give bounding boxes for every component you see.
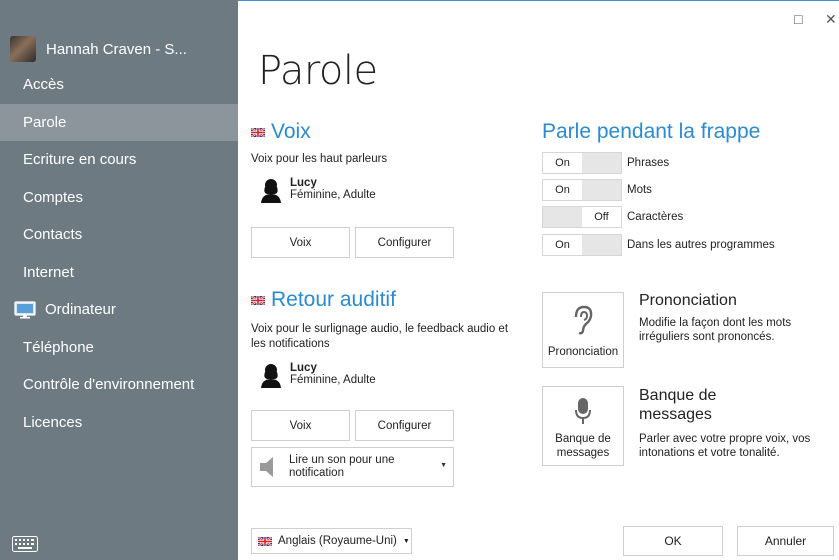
pronunciation-tile[interactable]: Prononciation bbox=[542, 292, 624, 368]
sidebar-item-telephone[interactable]: Téléphone bbox=[0, 329, 238, 367]
sidebar-item-label: Licences bbox=[23, 413, 83, 431]
sidebar-item-label: Contrôle d'environnement bbox=[23, 376, 195, 393]
sidebar-item-comptes[interactable]: Comptes bbox=[0, 179, 238, 217]
sidebar-item-label: Contacts bbox=[23, 226, 83, 243]
sidebar-item-ordinateur[interactable]: Ordinateur bbox=[0, 291, 238, 329]
monitor-icon bbox=[14, 301, 36, 319]
speaker-icon bbox=[260, 457, 273, 477]
toggle-caracteres[interactable]: Off bbox=[542, 206, 622, 228]
profile[interactable]: Hannah Craven - S... bbox=[10, 36, 187, 62]
uk-flag-icon bbox=[251, 295, 265, 305]
retour-description: Voix pour le surlignage audio, le feedba… bbox=[251, 323, 509, 350]
sidebar-item-acces[interactable]: Accès bbox=[0, 66, 238, 104]
voix-voice-button[interactable]: Voix bbox=[251, 227, 350, 258]
sidebar-item-ecriture[interactable]: Ecriture en cours bbox=[0, 141, 238, 179]
sidebar-item-label: Ordinateur bbox=[45, 301, 116, 318]
notification-sound-select[interactable]: Lire un son pour une notification ▼ bbox=[251, 447, 454, 487]
retour-voice-sub: Féminine, Adulte bbox=[290, 374, 376, 386]
message-banking-tile[interactable]: Banque de messages bbox=[542, 386, 624, 466]
language-select[interactable]: Anglais (Royaume-Uni) ▼ bbox=[251, 528, 412, 554]
voix-configure-button[interactable]: Configurer bbox=[355, 227, 454, 258]
sidebar-item-internet[interactable]: Internet bbox=[0, 254, 238, 292]
sidebar-item-label: Accès bbox=[23, 76, 64, 93]
toggle-label-autres-programmes: Dans les autres programmes bbox=[627, 239, 775, 251]
voix-title: Voix bbox=[271, 120, 311, 143]
voix-voice-sub: Féminine, Adulte bbox=[290, 189, 376, 201]
toggle-state: On bbox=[555, 239, 570, 251]
voix-voice-name: Lucy bbox=[290, 177, 317, 189]
sidebar-item-label: Parole bbox=[23, 113, 67, 131]
toggle-label-caracteres: Caractères bbox=[627, 211, 684, 223]
ear-icon bbox=[574, 305, 593, 335]
toggle-mots[interactable]: On bbox=[542, 179, 622, 201]
chevron-down-icon: ▼ bbox=[440, 462, 447, 469]
sidebar-nav: Accès Parole Ecriture en cours Comptes C… bbox=[0, 66, 238, 441]
message-banking-tile-label: Banque de messages bbox=[555, 433, 611, 459]
retour-voice-name: Lucy bbox=[290, 362, 317, 374]
retour-current-voice: Lucy Féminine, Adulte bbox=[260, 362, 376, 388]
sidebar-item-contacts[interactable]: Contacts bbox=[0, 216, 238, 254]
profile-name: Hannah Craven - S... bbox=[46, 40, 187, 58]
sidebar: Hannah Craven - S... Accès Parole Ecritu… bbox=[0, 0, 238, 560]
retour-title: Retour auditif bbox=[271, 288, 396, 311]
uk-flag-icon bbox=[251, 127, 265, 137]
uk-flag-icon bbox=[258, 536, 272, 546]
keyboard-icon[interactable] bbox=[12, 536, 38, 552]
toggle-label-phrases: Phrases bbox=[627, 157, 670, 169]
maximize-icon[interactable]: □ bbox=[794, 11, 802, 27]
message-banking-description: Parler avec votre propre voix, vos inton… bbox=[639, 433, 811, 459]
sidebar-item-label: Ecriture en cours bbox=[23, 151, 137, 168]
person-icon bbox=[261, 364, 281, 388]
pronunciation-tile-label: Prononciation bbox=[547, 346, 619, 358]
retour-voice-button[interactable]: Voix bbox=[251, 410, 350, 441]
microphone-icon bbox=[575, 398, 591, 424]
page-title: Parole bbox=[258, 48, 378, 94]
toggle-phrases[interactable]: On bbox=[542, 152, 622, 174]
toggle-knob bbox=[582, 153, 621, 173]
toggle-state: Off bbox=[594, 211, 609, 223]
message-banking-title: Banque de messages bbox=[639, 387, 717, 423]
sidebar-item-controle[interactable]: Contrôle d'environnement bbox=[0, 366, 238, 404]
sidebar-item-licences[interactable]: Licences bbox=[0, 404, 238, 442]
avatar bbox=[10, 36, 36, 62]
cancel-button[interactable]: Annuler bbox=[737, 526, 834, 556]
toggle-state: On bbox=[555, 184, 570, 196]
retour-section-title: Retour auditif bbox=[251, 288, 396, 312]
ok-button[interactable]: OK bbox=[623, 526, 723, 556]
typing-section-title: Parle pendant la frappe bbox=[542, 120, 761, 143]
person-icon bbox=[261, 179, 281, 203]
toggle-label-mots: Mots bbox=[627, 184, 652, 196]
language-value: Anglais (Royaume-Uni) bbox=[278, 535, 397, 547]
sidebar-item-label: Comptes bbox=[23, 188, 84, 206]
toggle-knob bbox=[582, 235, 621, 255]
voix-description: Voix pour les haut parleurs bbox=[251, 153, 388, 165]
sidebar-item-label: Téléphone bbox=[23, 338, 94, 356]
sidebar-item-parole[interactable]: Parole bbox=[0, 103, 238, 141]
notification-select-value: Lire un son pour une notification bbox=[289, 454, 395, 479]
voix-current-voice: Lucy Féminine, Adulte bbox=[260, 177, 376, 203]
close-icon[interactable]: ✕ bbox=[825, 11, 837, 28]
pronunciation-description: Modifie la façon dont les mots irrégulie… bbox=[639, 317, 792, 343]
sidebar-item-label: Internet bbox=[23, 263, 74, 281]
toggle-state: On bbox=[555, 157, 570, 169]
pronunciation-title: Prononciation bbox=[639, 292, 737, 309]
toggle-autres-programmes[interactable]: On bbox=[542, 234, 622, 256]
toggle-knob bbox=[543, 207, 582, 227]
toggle-knob bbox=[582, 180, 621, 200]
window-border bbox=[238, 0, 839, 1]
retour-configure-button[interactable]: Configurer bbox=[355, 410, 454, 441]
chevron-down-icon: ▼ bbox=[402, 537, 410, 545]
voix-section-title: Voix bbox=[251, 120, 311, 144]
